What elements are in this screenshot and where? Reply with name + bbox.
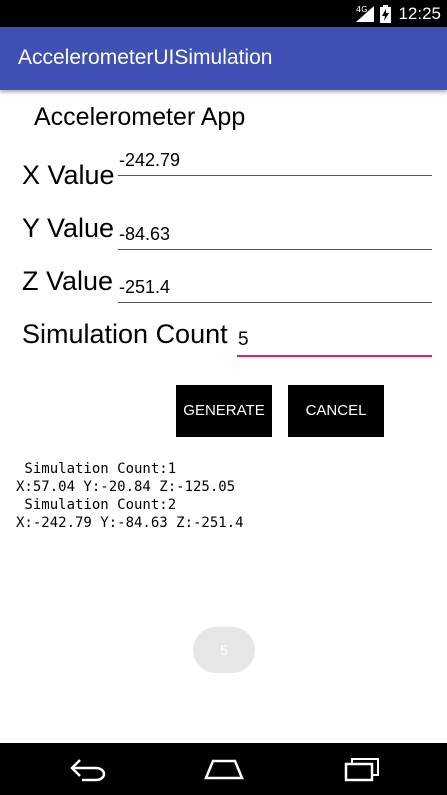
z-value-label: Z Value	[22, 266, 114, 296]
status-bar: 4G 12:25	[0, 0, 447, 27]
x-value-field[interactable]: -242.79	[118, 149, 432, 176]
log-line: Simulation Count:2	[16, 497, 177, 513]
recents-icon[interactable]	[342, 756, 382, 782]
z-value-text: -251.4	[119, 277, 171, 297]
generate-button[interactable]: GENERATE	[176, 385, 272, 437]
y-value-label: Y Value	[22, 213, 115, 243]
log-line: X:-242.79 Y:-84.63 Z:-251.4	[16, 515, 244, 531]
cancel-button[interactable]: CANCEL	[288, 385, 384, 437]
battery-charging-icon	[380, 5, 391, 23]
z-value-field[interactable]: -251.4	[118, 276, 432, 303]
x-value-text: -242.79	[119, 150, 181, 170]
simulation-count-text: 5	[238, 329, 249, 350]
page-heading: Accelerometer App	[34, 103, 246, 131]
log-line: Simulation Count:1	[16, 461, 177, 477]
app-title: AccelerometerUISimulation	[18, 46, 273, 69]
app-bar: AccelerometerUISimulation	[0, 27, 447, 90]
signal-icon	[356, 6, 374, 22]
simulation-count-label: Simulation Count	[22, 319, 228, 349]
back-icon[interactable]	[68, 756, 108, 782]
navigation-bar	[0, 743, 447, 795]
x-value-label: X Value	[22, 160, 115, 190]
home-icon[interactable]	[203, 756, 245, 782]
simulation-log: Simulation Count:1 X:57.04 Y:-20.84 Z:-12…	[16, 460, 244, 532]
y-value-field[interactable]: -84.63	[118, 223, 432, 250]
log-line: X:57.04 Y:-20.84 Z:-125.05	[16, 479, 236, 495]
toast-message: 5	[193, 627, 255, 673]
status-time: 12:25	[398, 4, 441, 23]
y-value-text: -84.63	[119, 224, 171, 244]
simulation-count-field[interactable]: 5	[237, 329, 432, 357]
